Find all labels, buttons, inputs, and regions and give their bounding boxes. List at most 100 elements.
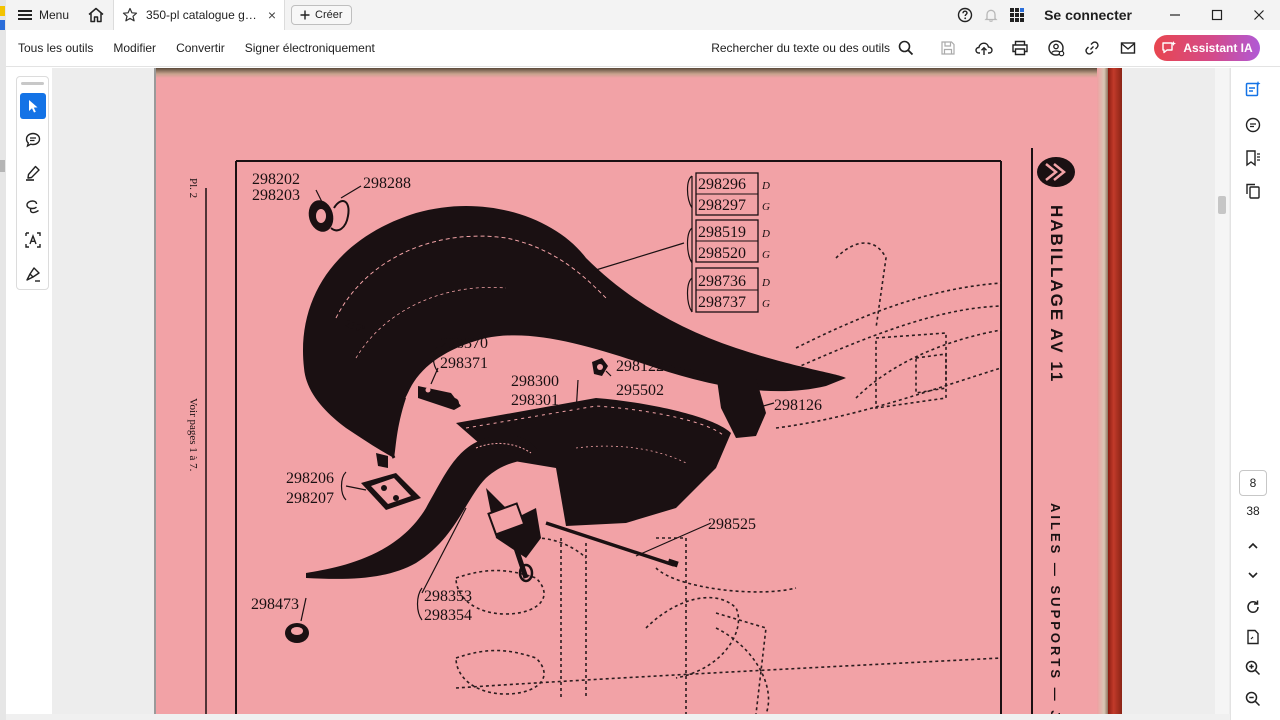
minimize-button[interactable] — [1154, 0, 1196, 30]
home-button[interactable] — [79, 0, 113, 30]
comment-icon — [25, 132, 41, 148]
side-marker-right: D — [761, 228, 770, 240]
background-window-marker — [0, 6, 5, 16]
menu-button[interactable]: Menu — [6, 0, 79, 30]
part-number: 298207 — [286, 490, 334, 507]
page-thumbnails-button[interactable] — [1242, 180, 1264, 202]
background-window-marker — [0, 20, 5, 30]
sign-tool-button[interactable] — [20, 261, 46, 287]
page-display-button[interactable] — [1242, 626, 1264, 648]
sign-in-button[interactable]: Se connecter — [1030, 7, 1154, 23]
next-page-button[interactable] — [1242, 564, 1264, 586]
page-fit-icon — [1247, 629, 1259, 645]
comments-panel-button[interactable] — [1242, 114, 1264, 136]
title-bar: Menu 350-pl catalogue géné... × Créer — [6, 0, 1280, 30]
print-button[interactable] — [1002, 30, 1038, 67]
close-tab-icon[interactable]: × — [268, 7, 276, 23]
link-icon — [1085, 41, 1099, 55]
rail-grip[interactable] — [21, 82, 44, 85]
previous-page-button[interactable] — [1242, 535, 1264, 557]
select-tool-button[interactable] — [20, 93, 46, 119]
document-viewport[interactable]: Pl. 2 Voir pages 1 à 7. HABILLAGE AV 11 … — [52, 68, 1230, 714]
part-number: 298202 — [252, 171, 300, 188]
part-number: 298520 — [698, 245, 746, 262]
draw-tool-button[interactable] — [20, 194, 46, 220]
help-button[interactable] — [952, 0, 978, 30]
scrollbar-thumb[interactable] — [1218, 196, 1226, 214]
create-label: Créer — [315, 9, 343, 21]
quick-tools-rail — [16, 76, 49, 290]
hamburger-icon — [18, 10, 32, 20]
plus-icon — [300, 10, 310, 20]
apps-button[interactable] — [1004, 0, 1030, 30]
rotate-button[interactable] — [1242, 596, 1264, 618]
part-number: 298288 — [363, 175, 411, 192]
part-number: 298122 — [616, 358, 664, 375]
rotate-icon — [1247, 600, 1259, 614]
e-sign-link[interactable]: Signer électroniquement — [235, 30, 385, 67]
clip-298206-drawing — [361, 453, 421, 510]
bell-icon — [984, 9, 998, 22]
cap-298473-drawing — [285, 623, 309, 643]
copy-link-button[interactable] — [1074, 30, 1110, 67]
vertical-scrollbar[interactable] — [1215, 68, 1229, 714]
pages-copy-icon — [1246, 183, 1260, 199]
section-title: HABILLAGE AV 11 — [1047, 205, 1066, 383]
user-share-icon — [1048, 40, 1065, 57]
part-number: 298519 — [698, 224, 746, 241]
side-marker-left: G — [762, 298, 770, 310]
notifications-button[interactable] — [978, 0, 1004, 30]
part-number: 298736 — [698, 273, 746, 290]
create-button[interactable]: Créer — [291, 5, 352, 25]
part-number: 295502 — [616, 382, 664, 399]
close-window-button[interactable] — [1238, 0, 1280, 30]
edit-link[interactable]: Modifier — [103, 30, 166, 67]
part-number: 298525 — [708, 516, 756, 533]
help-icon — [957, 7, 973, 23]
close-icon — [1254, 10, 1264, 20]
bracket-298370-drawing — [418, 386, 461, 410]
plate-label: Pl. 2 — [187, 178, 199, 198]
zoom-in-icon — [1245, 660, 1261, 676]
star-icon[interactable] — [122, 7, 138, 23]
lasso-draw-icon — [26, 200, 39, 214]
mail-icon — [1120, 42, 1136, 54]
bookmarks-button[interactable] — [1242, 147, 1264, 169]
part-number: 298353 — [424, 588, 472, 605]
email-button[interactable] — [1110, 30, 1146, 67]
part-number: 298301 — [511, 392, 559, 409]
background-window-edge — [0, 0, 6, 720]
document-page: Pl. 2 Voir pages 1 à 7. HABILLAGE AV 11 … — [156, 68, 1118, 714]
parts-diagram: Pl. 2 Voir pages 1 à 7. HABILLAGE AV 11 … — [187, 148, 1075, 714]
maximize-icon — [1211, 9, 1223, 21]
total-pages: 38 — [1246, 504, 1260, 518]
text-tool-button[interactable] — [20, 227, 46, 253]
zoom-out-icon — [1245, 691, 1261, 707]
convert-link[interactable]: Convertir — [166, 30, 235, 67]
bracket-298202-drawing — [308, 200, 350, 232]
ai-assistant-label: Assistant IA — [1183, 41, 1253, 55]
search-tools[interactable]: Rechercher du texte ou des outils — [711, 40, 914, 56]
fender-stay-drawing — [306, 435, 541, 583]
comment-tool-button[interactable] — [20, 127, 46, 153]
document-tab[interactable]: 350-pl catalogue géné... × — [113, 0, 286, 30]
all-tools-link[interactable]: Tous les outils — [6, 30, 103, 67]
highlight-tool-button[interactable] — [20, 160, 46, 186]
part-number: 298370 — [440, 335, 488, 352]
share-people-button[interactable] — [1038, 30, 1074, 67]
ai-assistant-button[interactable]: Assistant IA — [1154, 35, 1260, 61]
zoom-out-button[interactable] — [1242, 688, 1264, 710]
menu-label: Menu — [39, 8, 70, 22]
signature-pen-icon — [26, 267, 40, 282]
part-number: 298203 — [252, 187, 300, 204]
chevron-down-icon — [1248, 572, 1258, 579]
highlighter-pen-icon — [26, 165, 40, 181]
current-page-input[interactable]: 8 — [1239, 470, 1267, 496]
organize-pages-button[interactable] — [1242, 78, 1264, 100]
side-marker-right: D — [761, 277, 770, 289]
maximize-button[interactable] — [1196, 0, 1238, 30]
comment-at-icon — [1245, 117, 1261, 133]
save-button[interactable] — [930, 30, 966, 67]
upload-button[interactable] — [966, 30, 1002, 67]
zoom-in-button[interactable] — [1242, 657, 1264, 679]
